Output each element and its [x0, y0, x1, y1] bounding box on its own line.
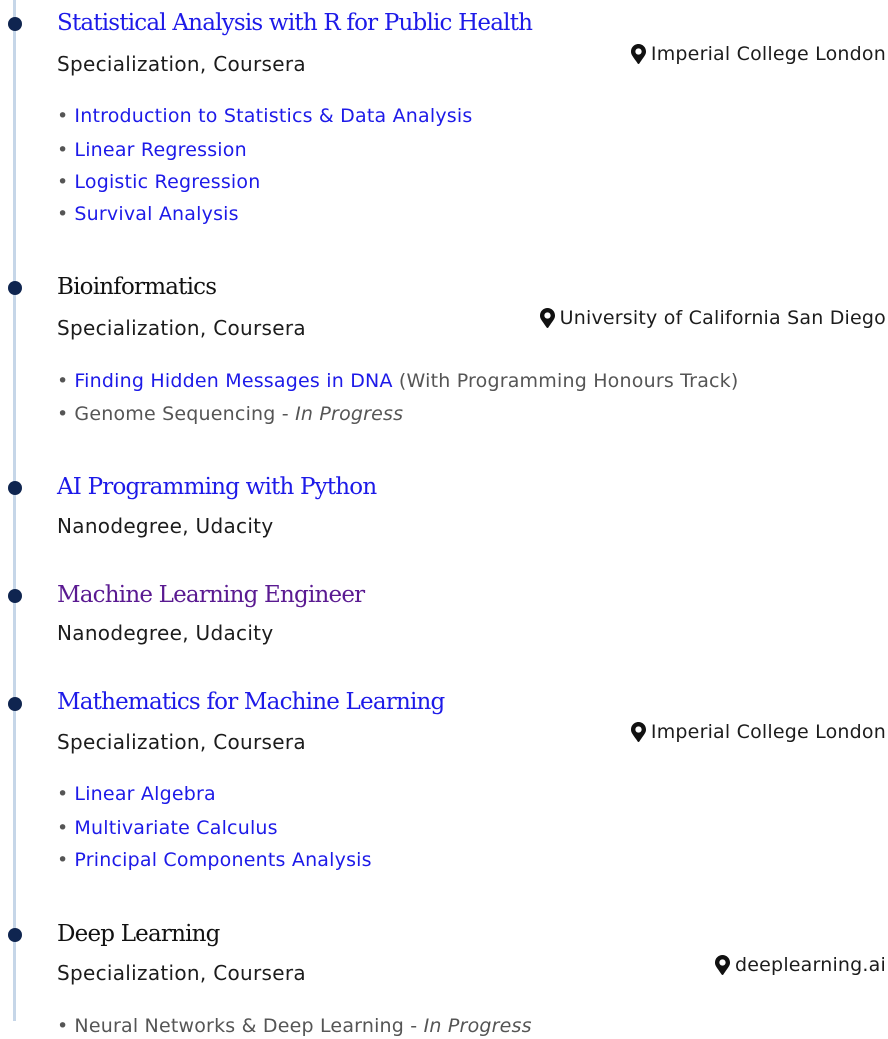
course-item: • Neural Networks & Deep Learning - In Pr… — [57, 1013, 532, 1039]
status-separator: - — [275, 403, 296, 425]
timeline-dot — [8, 281, 22, 295]
entry-location: University of California San Diego — [539, 305, 886, 331]
map-pin-icon — [630, 722, 646, 742]
entry-subtitle: Specialization, Coursera — [57, 52, 306, 76]
entry-subtitle: Specialization, Coursera — [57, 730, 306, 754]
course-name: Neural Networks & Deep Learning — [74, 1015, 405, 1037]
timeline-line — [13, 0, 16, 1021]
entry-location: Imperial College London — [630, 41, 886, 67]
entry-title: Bioinformatics — [57, 274, 217, 300]
bullet: • — [57, 105, 69, 127]
course-link[interactable]: Finding Hidden Messages in DNA — [74, 370, 392, 392]
status-separator: - — [404, 1015, 424, 1037]
course-link[interactable]: Linear Regression — [74, 139, 246, 161]
timeline-dot — [8, 17, 22, 31]
course-item: • Logistic Regression — [57, 169, 260, 195]
bullet: • — [57, 139, 69, 161]
entry-location: deeplearning.ai — [715, 952, 886, 978]
timeline-dot — [8, 928, 22, 942]
entry-title: Deep Learning — [57, 921, 220, 947]
location-text: deeplearning.ai — [735, 954, 886, 976]
bullet: • — [57, 403, 69, 425]
course-status: In Progress — [423, 1015, 532, 1037]
course-item: • Genome Sequencing - In Progress — [57, 401, 403, 427]
course-item: • Multivariate Calculus — [57, 815, 278, 841]
entry-title-link[interactable]: AI Programming with Python — [57, 472, 377, 502]
entry-location: Imperial College London — [630, 719, 886, 745]
course-link[interactable]: Logistic Regression — [74, 171, 260, 193]
entry-title-link[interactable]: Machine Learning Engineer — [57, 580, 365, 610]
bullet: • — [57, 370, 69, 392]
course-note: (With Programming Honours Track) — [398, 370, 739, 392]
bullet: • — [57, 171, 69, 193]
bullet: • — [57, 849, 69, 871]
map-pin-icon — [715, 955, 731, 975]
location-text: Imperial College London — [650, 721, 886, 743]
bullet: • — [57, 817, 69, 839]
entry-subtitle: Nanodegree, Udacity — [57, 514, 274, 538]
course-item: • Survival Analysis — [57, 201, 239, 227]
entry-subtitle: Specialization, Coursera — [57, 961, 306, 985]
course-item: • Finding Hidden Messages in DNA (With Pr… — [57, 368, 739, 394]
entry-title-link[interactable]: Mathematics for Machine Learning — [57, 687, 445, 717]
timeline-dot — [8, 589, 22, 603]
course-link[interactable]: Survival Analysis — [74, 203, 238, 225]
course-item: • Principal Components Analysis — [57, 847, 372, 873]
course-link[interactable]: Linear Algebra — [74, 783, 215, 805]
course-item: • Linear Regression — [57, 137, 247, 163]
map-pin-icon — [539, 308, 555, 328]
entry-subtitle: Nanodegree, Udacity — [57, 621, 274, 645]
course-item: • Introduction to Statistics & Data Analy… — [57, 103, 472, 129]
course-name: Genome Sequencing — [74, 403, 276, 425]
entry-subtitle: Specialization, Coursera — [57, 316, 306, 340]
timeline-dot — [8, 481, 22, 495]
course-status: In Progress — [295, 403, 404, 425]
bullet: • — [57, 783, 69, 805]
map-pin-icon — [630, 44, 646, 64]
entry-title-link[interactable]: Statistical Analysis with R for Public H… — [57, 8, 533, 38]
bullet: • — [57, 203, 69, 225]
bullet: • — [57, 1015, 69, 1037]
timeline-dot — [8, 697, 22, 711]
location-text: University of California San Diego — [559, 307, 886, 329]
course-item: • Linear Algebra — [57, 781, 216, 807]
course-link[interactable]: Introduction to Statistics & Data Analys… — [74, 105, 472, 127]
course-link[interactable]: Multivariate Calculus — [74, 817, 277, 839]
location-text: Imperial College London — [650, 43, 886, 65]
course-link[interactable]: Principal Components Analysis — [74, 849, 371, 871]
